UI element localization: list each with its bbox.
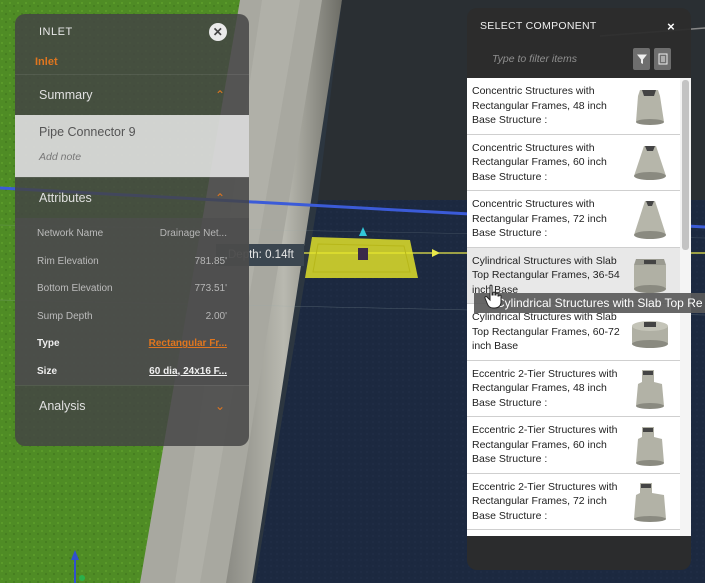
attribute-value: Drainage Net... bbox=[159, 228, 227, 240]
structure-thumbnail-icon bbox=[632, 320, 668, 348]
list-item[interactable]: Eccentric 2-Tier Structures with Rectang… bbox=[467, 417, 680, 474]
analysis-section-toggle[interactable]: Analysis ⌄ bbox=[15, 385, 249, 426]
hand-cursor-icon bbox=[484, 284, 502, 309]
summary-label: Summary bbox=[39, 88, 93, 102]
list-item[interactable]: Concentric Structures with Rectangular F… bbox=[467, 134, 680, 191]
inlet-properties-panel: INLET ✕ Inlet Summary ⌃ Pipe Connector 9… bbox=[15, 14, 249, 446]
inlet-panel-subtitle: Inlet bbox=[35, 56, 58, 68]
type-link[interactable]: Rectangular Fr... bbox=[149, 338, 227, 349]
list-item[interactable]: Concentric Structures with Rectangular F… bbox=[467, 191, 680, 248]
structure-thumbnail-icon bbox=[634, 483, 666, 523]
list-item[interactable]: Eccentric 2-Tier Structures with Rectang… bbox=[467, 473, 680, 530]
chevron-down-icon[interactable]: ⌄ bbox=[215, 399, 225, 413]
list-item[interactable]: Eccentric 2-Tier Structures with Rectang… bbox=[467, 360, 680, 417]
attribute-row: Rim Elevation 781.85' bbox=[37, 248, 227, 276]
attribute-row: Size 60 dia, 24x16 F... bbox=[37, 358, 227, 386]
close-icon[interactable]: ✕ bbox=[209, 23, 227, 41]
structure-thumbnail-icon bbox=[634, 259, 666, 294]
attribute-label: Size bbox=[37, 365, 58, 377]
attribute-label: Rim Elevation bbox=[37, 255, 99, 267]
analysis-label: Analysis bbox=[39, 399, 86, 413]
attribute-label: Network Name bbox=[37, 228, 104, 240]
attributes-section-toggle[interactable]: Attributes ⌃ bbox=[15, 177, 249, 218]
attribute-row: Bottom Elevation 773.51' bbox=[37, 275, 227, 303]
list-item-label: Eccentric 2-Tier Structures with Rectang… bbox=[472, 367, 618, 409]
filter-icon[interactable] bbox=[633, 48, 650, 70]
filter-input[interactable] bbox=[492, 53, 629, 65]
attribute-value[interactable]: 773.51' bbox=[195, 283, 228, 294]
attribute-label: Bottom Elevation bbox=[37, 283, 113, 295]
size-link[interactable]: 60 dia, 24x16 F... bbox=[149, 366, 227, 377]
structure-thumbnail-icon bbox=[634, 200, 666, 239]
select-component-header: SELECT COMPONENT × bbox=[467, 8, 691, 44]
list-item-label: Concentric Structures with Rectangular F… bbox=[472, 85, 607, 126]
attributes-label: Attributes bbox=[39, 191, 92, 205]
chevron-up-icon[interactable]: ⌃ bbox=[215, 88, 225, 102]
item-name-field[interactable]: Pipe Connector 9 bbox=[39, 125, 225, 139]
add-note-field[interactable]: Add note bbox=[39, 151, 225, 163]
attributes-table: Network Name Drainage Net... Rim Elevati… bbox=[15, 218, 249, 385]
attribute-value[interactable]: 781.85' bbox=[195, 256, 228, 267]
close-icon[interactable]: × bbox=[667, 19, 675, 34]
structure-thumbnail-icon bbox=[636, 370, 664, 410]
structure-thumbnail-icon bbox=[636, 426, 664, 466]
list-view-icon[interactable] bbox=[654, 48, 671, 70]
scrollbar-thumb[interactable] bbox=[682, 80, 689, 250]
attribute-label: Sump Depth bbox=[37, 310, 93, 322]
attribute-value[interactable]: 2.00' bbox=[206, 311, 227, 322]
list-item[interactable]: Concentric Structures with Rectangular F… bbox=[467, 78, 680, 135]
attribute-row: Sump Depth 2.00' bbox=[37, 303, 227, 331]
select-component-title: SELECT COMPONENT bbox=[480, 20, 597, 32]
list-item-label: Cylindrical Structures with Slab Top Rec… bbox=[472, 311, 620, 352]
attribute-row: Type Rectangular Fr... bbox=[37, 330, 227, 358]
item-tooltip: Cylindrical Structures with Slab Top Re bbox=[474, 293, 705, 313]
list-item-label: Eccentric 2-Tier Structures with Rectang… bbox=[472, 480, 618, 522]
summary-body: Pipe Connector 9 Add note bbox=[15, 115, 249, 177]
inlet-panel-title: INLET bbox=[39, 26, 73, 38]
list-item-label: Concentric Structures with Rectangular F… bbox=[472, 141, 607, 183]
list-item-label: Eccentric 2-Tier Structures with Rectang… bbox=[472, 424, 618, 465]
inlet-marker[interactable] bbox=[358, 248, 368, 260]
structure-thumbnail-icon bbox=[636, 89, 664, 125]
attribute-label: Type bbox=[37, 338, 60, 350]
filter-bar bbox=[467, 44, 691, 74]
attribute-row: Network Name Drainage Net... bbox=[37, 220, 227, 248]
list-item-label: Concentric Structures with Rectangular F… bbox=[472, 198, 607, 239]
summary-section-toggle[interactable]: Summary ⌃ bbox=[15, 74, 249, 115]
chevron-up-icon[interactable]: ⌃ bbox=[215, 191, 225, 205]
structure-thumbnail-icon bbox=[634, 146, 666, 181]
inlet-panel-header: INLET ✕ bbox=[15, 14, 249, 50]
